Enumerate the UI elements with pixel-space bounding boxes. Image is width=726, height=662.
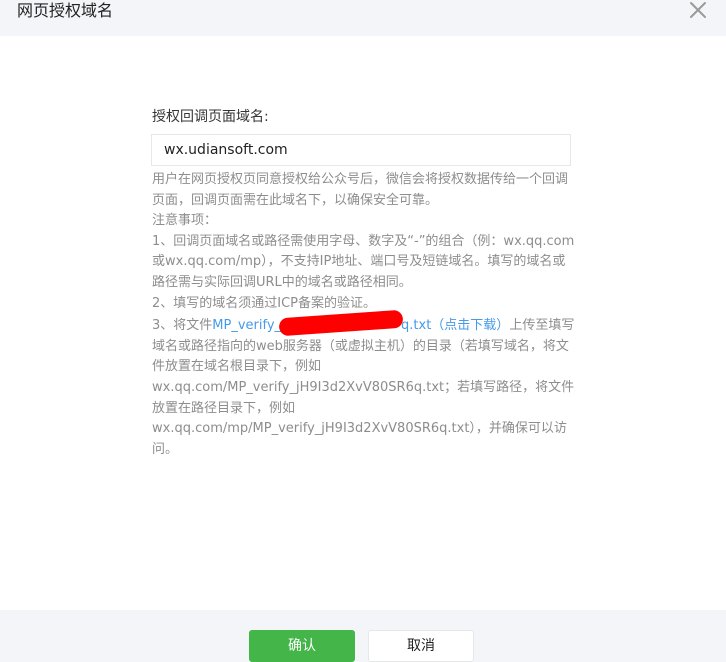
domain-field-label: 授权回调页面域名: — [152, 109, 269, 125]
dialog-header: 网页授权域名 — [0, 0, 726, 36]
description: 用户在网页授权页同意授权给公众号后，微信会将授权数据传给一个回调页面，回调页面需… — [152, 170, 577, 460]
domain-input[interactable] — [151, 134, 571, 166]
note-3-rest: 上传至填写域名或路径指向的web服务器（或虚拟主机）的目录（若填写域名，将文件放… — [152, 318, 575, 457]
web-auth-domain-dialog: 网页授权域名 授权回调页面域名: 用户在网页授权页同意授权给公众号后，微信会将授… — [0, 0, 726, 662]
note-1: 1、回调页面域名或路径需使用字母、数字及“-”的组合（例：wx.qq.com或w… — [152, 233, 575, 290]
dialog-title: 网页授权域名 — [17, 1, 114, 20]
verify-file-name-end: q.txt（点击下载） — [401, 318, 510, 334]
note-3: 3、将文件MP_verify_ q.txt（点击下载）上传至填写域名或路径指向的w… — [152, 309, 577, 460]
cancel-button[interactable]: 取消 — [368, 630, 474, 662]
note-3-prefix: 3、将文件 — [152, 318, 213, 334]
close-icon — [690, 2, 706, 18]
dialog-footer: 确认 取消 — [0, 610, 726, 662]
note-2: 2、填写的域名须通过ICP备案的验证。 — [152, 295, 377, 311]
verify-file-name-start: MP_verify_ — [212, 318, 282, 334]
notes-title: 注意事项： — [152, 213, 218, 229]
confirm-button[interactable]: 确认 — [249, 630, 355, 662]
redaction-mark — [278, 309, 404, 337]
close-button[interactable] — [684, 0, 712, 24]
dialog-body: 授权回调页面域名: 用户在网页授权页同意授权给公众号后，微信会将授权数据传给一个… — [0, 36, 726, 610]
description-intro: 用户在网页授权页同意授权给公众号后，微信会将授权数据传给一个回调页面，回调页面需… — [152, 172, 569, 208]
download-verify-file-link[interactable]: MP_verify_ q.txt（点击下载） — [212, 309, 510, 337]
